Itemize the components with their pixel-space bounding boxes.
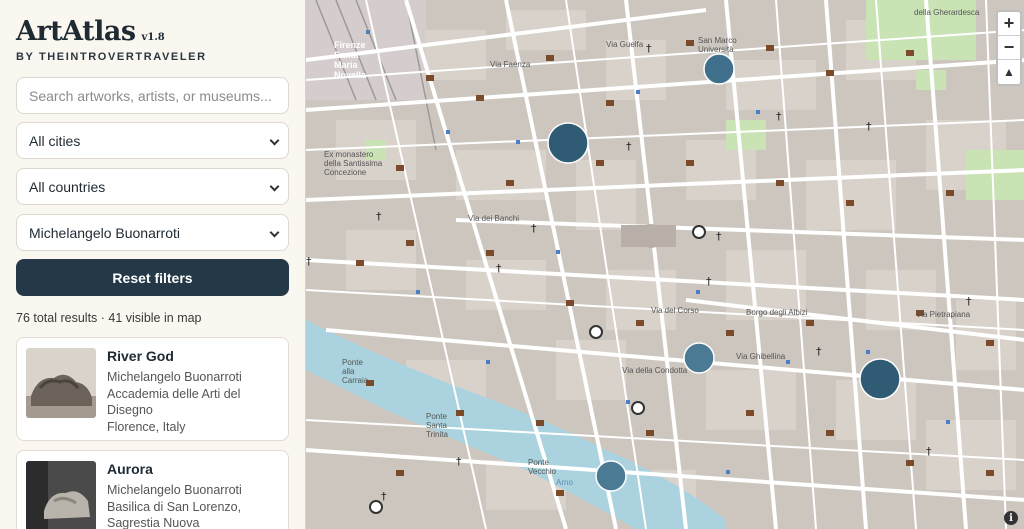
map-label: Via Guelfa [606,40,644,49]
artwork-thumbnail[interactable] [26,461,96,529]
map-cluster[interactable] [703,53,735,85]
city-select-value: All cities [29,132,81,149]
artwork-museum: Disegno [107,403,153,417]
svg-text:†: † [626,140,632,153]
svg-text:†: † [776,110,782,123]
svg-text:†: † [926,445,932,458]
chevron-down-icon [269,227,280,238]
map-label: Ex monastero della Santissima Concezione [324,150,383,177]
artist-select-value: Michelangelo Buonarroti [29,224,180,241]
artwork-location: Florence, Italy [107,419,186,434]
map-label: Firenze Santa Maria Novella [334,40,367,80]
map-label: Via Faenza [490,60,531,69]
map-label: Ponte Santa Trinita [426,412,448,439]
artwork-title: Aurora [107,461,153,477]
map-marker[interactable] [692,225,706,239]
search-placeholder: Search artworks, artists, or museums... [29,87,272,104]
results-count: 76 total results · 41 visible in map [16,311,202,325]
app-subtitle[interactable]: BY THEINTROVERTRAVELER [16,51,207,63]
svg-text:†: † [716,230,722,243]
svg-text:†: † [496,262,502,275]
chevron-down-icon [269,135,280,146]
map-cluster[interactable] [683,342,715,374]
map-label: Via dei Banchi [468,214,519,223]
zoom-out-button[interactable]: − [998,36,1020,60]
artwork-museum: Sagrestia Nuova [107,516,200,529]
svg-text:†: † [646,42,652,55]
reset-filters-button[interactable]: Reset filters [16,259,289,296]
app-title[interactable]: ArtAtlas [16,16,136,47]
svg-text:†: † [866,120,872,133]
artwork-card[interactable]: River God Michelangelo Buonarroti Accade… [16,337,289,441]
svg-text:†: † [966,295,972,308]
city-select[interactable]: All cities [16,122,289,159]
map-label: Borgo degli Albizi [746,308,808,317]
country-select-value: All countries [29,178,106,195]
svg-text:†: † [306,255,312,268]
reset-north-button[interactable]: ▲ [998,60,1020,84]
map-label: San Marco Università [698,36,737,54]
artwork-museum: Accademia delle Arti del [107,386,241,401]
map-label: Ponte Vecchio [528,458,557,476]
svg-text:†: † [376,210,382,223]
map-marker[interactable] [369,500,383,514]
artwork-museum: Basilica di San Lorenzo, [107,499,242,514]
zoom-controls: + − ▲ [996,10,1022,86]
map-label: Via del Corso [651,306,699,315]
map[interactable]: † † † † † † † † † † † † † † † Firenze Santa Maria … [305,0,1024,529]
artwork-artist: Michelangelo Buonarroti [107,370,242,384]
svg-text:†: † [456,455,462,468]
country-select[interactable]: All countries [16,168,289,205]
map-marker[interactable] [589,325,603,339]
chevron-down-icon [269,181,280,192]
artwork-artist: Michelangelo Buonarroti [107,483,242,497]
svg-text:†: † [706,275,712,288]
map-label: Ponte alla Carraia [342,358,369,385]
map-label: Arno [556,478,573,487]
map-label: Via Ghibellina [736,352,786,361]
map-label: della Gherardesca [914,8,980,17]
attribution-info-button[interactable]: i [1004,511,1018,525]
svg-text:†: † [531,222,537,235]
map-cluster[interactable] [547,122,589,164]
map-cluster[interactable] [595,460,627,492]
app-version: v1.8 [141,32,165,43]
map-label: Via della Condotta [622,366,688,375]
map-cluster[interactable] [859,358,901,400]
artist-select[interactable]: Michelangelo Buonarroti [16,214,289,251]
artwork-thumbnail[interactable] [26,348,96,418]
artwork-title: River God [107,348,174,364]
svg-text:†: † [816,345,822,358]
zoom-in-button[interactable]: + [998,12,1020,36]
brand: ArtAtlas v1.8 [16,16,165,47]
artwork-card[interactable]: Aurora Michelangelo Buonarroti Basilica … [16,450,289,529]
search-input[interactable]: Search artworks, artists, or museums... [16,77,289,114]
sidebar: ArtAtlas v1.8 BY THEINTROVERTRAVELER Sear… [0,0,305,529]
map-label: Via Pietrapiana [916,310,971,319]
map-marker[interactable] [631,401,645,415]
svg-text:†: † [381,490,387,503]
map-tiles: † † † † † † † † † † † † † † † [306,0,1024,529]
